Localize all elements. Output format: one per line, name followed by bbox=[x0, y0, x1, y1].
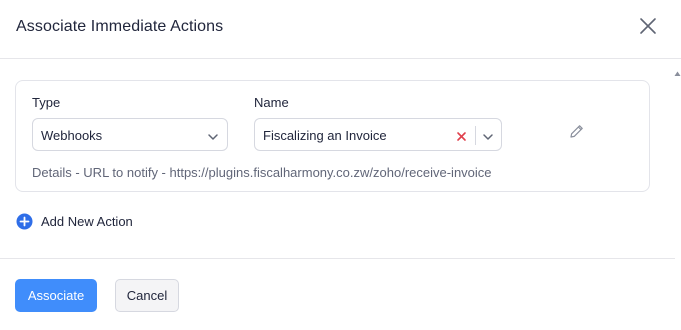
action-card: Type Name Webhooks Fiscalizing an Invoic… bbox=[15, 80, 650, 192]
footer-divider bbox=[0, 258, 675, 259]
dialog-header: Associate Immediate Actions bbox=[0, 0, 681, 59]
clear-x-icon[interactable] bbox=[456, 129, 467, 141]
name-select[interactable]: Fiscalizing an Invoice bbox=[254, 118, 502, 151]
cancel-button[interactable]: Cancel bbox=[115, 279, 179, 312]
dialog-title: Associate Immediate Actions bbox=[16, 18, 224, 35]
select-divider bbox=[475, 126, 476, 145]
type-label: Type bbox=[32, 95, 61, 110]
close-icon[interactable] bbox=[637, 15, 659, 37]
associate-actions-dialog: Associate Immediate Actions Type Name We… bbox=[0, 0, 681, 330]
add-new-action-button[interactable]: Add New Action bbox=[16, 212, 133, 230]
chevron-down-icon bbox=[207, 130, 219, 142]
plus-circle-icon bbox=[16, 213, 33, 230]
associate-button[interactable]: Associate bbox=[15, 279, 97, 312]
type-select-value: Webhooks bbox=[41, 128, 103, 143]
scrollbar-up-arrow-icon[interactable] bbox=[674, 64, 681, 76]
name-select-value: Fiscalizing an Invoice bbox=[263, 128, 387, 143]
action-details: Details - URL to notify - https://plugin… bbox=[32, 165, 492, 180]
type-select[interactable]: Webhooks bbox=[32, 118, 228, 151]
chevron-down-icon[interactable] bbox=[482, 130, 494, 142]
add-new-action-label: Add New Action bbox=[41, 213, 133, 229]
pencil-icon[interactable] bbox=[568, 123, 585, 140]
name-label: Name bbox=[254, 95, 289, 110]
